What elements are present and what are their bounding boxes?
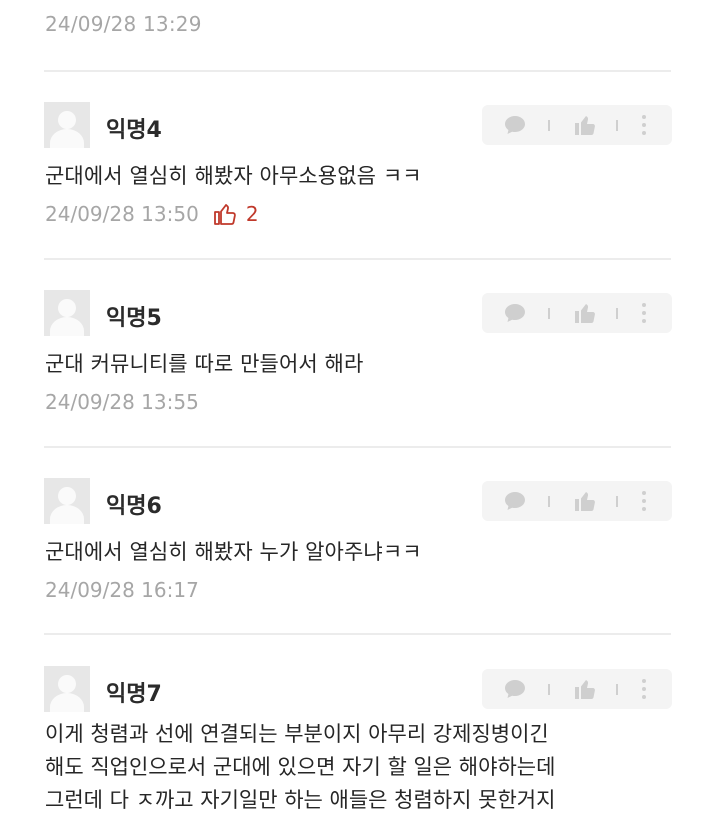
thumbs-up-icon (575, 680, 595, 699)
comment-meta: 24/09/28 16:17 (45, 578, 199, 602)
like-button[interactable] (570, 105, 600, 145)
comment-text: 군대에서 열심히 해봤자 아무소용없음 ㅋㅋ (45, 164, 422, 188)
reply-button[interactable] (500, 481, 530, 521)
like-button[interactable] (570, 481, 600, 521)
reply-button[interactable] (500, 669, 530, 709)
reply-button[interactable] (500, 105, 530, 145)
vertical-dots-icon (642, 115, 646, 135)
comment-author: 익명6 (106, 494, 162, 519)
speech-bubble-icon (505, 680, 525, 698)
like-button[interactable] (570, 293, 600, 333)
like-count-value: 2 (245, 202, 259, 226)
thumbs-up-icon (575, 304, 595, 323)
previous-comment-timestamp: 24/09/28 13:29 (45, 12, 202, 36)
comment-text: 군대 커뮤니티를 따로 만들어서 해라 (45, 352, 364, 376)
comment-text-line: 이게 청렴과 선에 연결되는 부분이지 아무리 강제징병이긴 (45, 722, 549, 746)
speech-bubble-icon (505, 304, 525, 322)
more-options-button[interactable] (634, 105, 654, 145)
comment-author: 익명5 (106, 306, 162, 331)
vertical-dots-icon (642, 491, 646, 511)
more-options-button[interactable] (634, 293, 654, 333)
thumbs-up-icon (575, 116, 595, 135)
comment-action-bar (482, 293, 672, 333)
speech-bubble-icon (505, 492, 525, 510)
comment-meta: 24/09/28 13:55 (45, 390, 199, 414)
comment-text: 군대에서 열심히 해봤자 누가 알아주냐ㅋㅋ (45, 540, 422, 564)
avatar (44, 478, 90, 524)
avatar (44, 666, 90, 712)
avatar (44, 290, 90, 336)
comment-text: 이게 청렴과 선에 연결되는 부분이지 아무리 강제징병이긴 해도 직업인으로서… (45, 718, 555, 817)
comment-timestamp: 24/09/28 13:55 (45, 390, 199, 414)
comment-timestamp: 24/09/28 16:17 (45, 578, 199, 602)
divider (44, 446, 671, 448)
reply-button[interactable] (500, 293, 530, 333)
avatar (44, 102, 90, 148)
comment-author: 익명4 (106, 118, 162, 143)
more-options-button[interactable] (634, 669, 654, 709)
comment-meta: 24/09/28 13:50 2 (45, 202, 259, 226)
more-options-button[interactable] (634, 481, 654, 521)
vertical-dots-icon (642, 303, 646, 323)
comment-action-bar (482, 669, 672, 709)
comment-action-bar (482, 481, 672, 521)
thumbs-up-icon (575, 492, 595, 511)
comment-action-bar (482, 105, 672, 145)
comment-timestamp: 24/09/28 13:50 (45, 202, 199, 226)
speech-bubble-icon (505, 116, 525, 134)
thumbs-up-outline-icon (213, 204, 236, 225)
comment-author: 익명7 (106, 682, 162, 707)
comment-text-line: 그런데 다 ㅈ까고 자기일만 하는 애들은 청렴하지 못한거지 (45, 788, 556, 812)
vertical-dots-icon (642, 679, 646, 699)
divider (44, 258, 671, 260)
divider (44, 633, 671, 635)
like-count: 2 (213, 202, 259, 226)
like-button[interactable] (570, 669, 600, 709)
divider (44, 70, 671, 72)
comment-text-line: 해도 직업인으로서 군대에 있으면 자기 할 일은 해야하는데 (45, 755, 556, 779)
